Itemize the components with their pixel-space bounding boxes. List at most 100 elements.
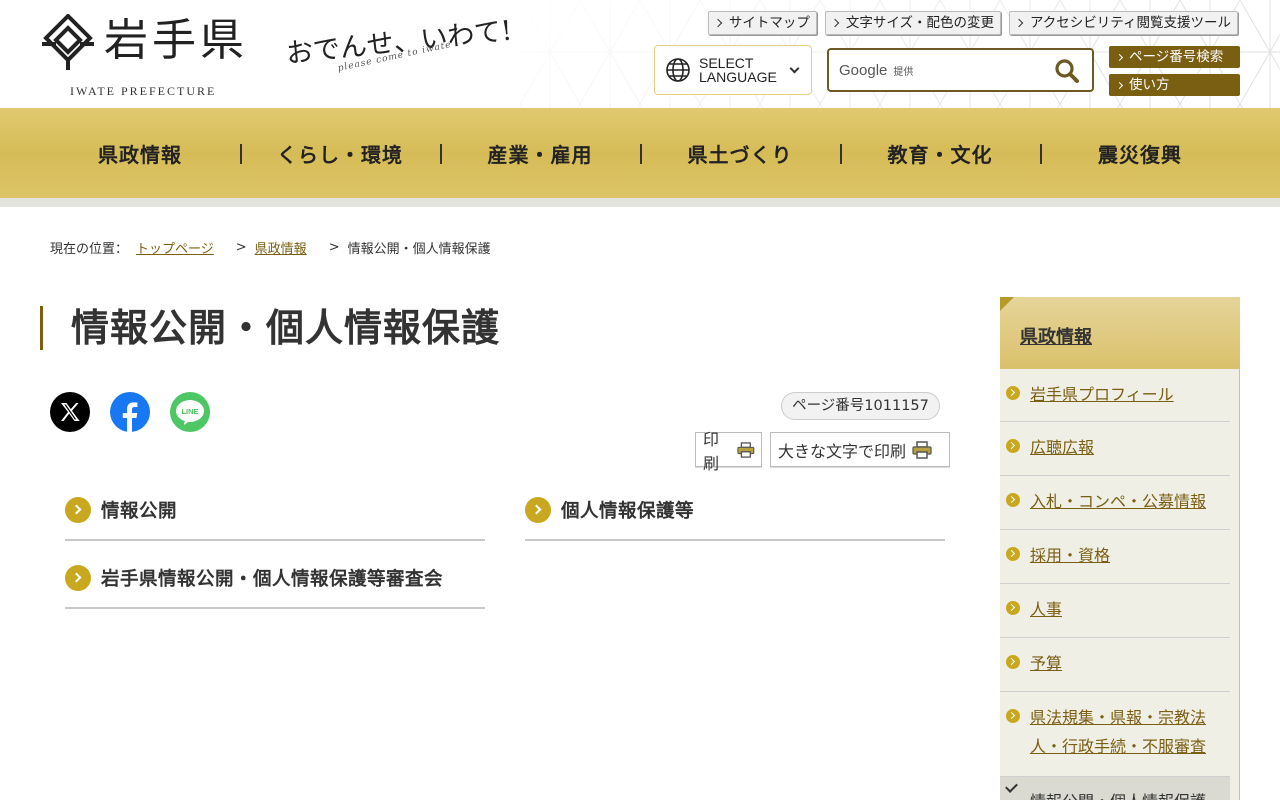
facebook-logo bbox=[122, 402, 138, 432]
gnav-industry-employment[interactable]: 産業・雇用 bbox=[440, 108, 640, 198]
header-side-buttons: ページ番号検索 使い方 bbox=[1109, 46, 1240, 102]
page-number-badge: ページ番号1011157 bbox=[781, 392, 940, 420]
bullet-arrow-icon bbox=[1006, 601, 1020, 615]
page-title: 情報公開・個人情報保護 bbox=[40, 306, 500, 350]
google-label: Google bbox=[839, 61, 888, 79]
how-to-use-label: 使い方 bbox=[1129, 77, 1170, 93]
link-information-disclosure[interactable]: 情報公開 bbox=[65, 480, 485, 541]
sidebar-item-recruitment[interactable]: 採用・資格 bbox=[1000, 530, 1230, 584]
sidebar-item-label: 県法規集・県報・宗教法 bbox=[1030, 708, 1207, 727]
iwate-emblem-icon bbox=[42, 14, 94, 70]
gnav-living-environment[interactable]: くらし・環境 bbox=[240, 108, 440, 198]
breadcrumb-top-page[interactable]: トップページ bbox=[136, 238, 214, 257]
sidebar-item-personnel[interactable]: 人事 bbox=[1000, 584, 1230, 638]
bullet-arrow-icon bbox=[1006, 493, 1020, 507]
breadcrumb-prefectural-info[interactable]: 県政情報 bbox=[255, 238, 307, 257]
printer-icon bbox=[912, 440, 932, 459]
sidebar-item-label: 人事 bbox=[1030, 600, 1063, 619]
sidebar-item-label: 情報公開・個人情報保護 bbox=[1030, 787, 1206, 800]
facebook-icon[interactable] bbox=[110, 392, 150, 432]
chevron-right-icon bbox=[1014, 18, 1024, 28]
chevron-right-icon bbox=[713, 18, 723, 28]
print-large-text-button[interactable]: 大きな文字で印刷 bbox=[770, 432, 950, 467]
gnav-disaster-recovery[interactable]: 震災復興 bbox=[1040, 108, 1240, 198]
sidebar-item-regulations[interactable]: 県法規集・県報・宗教法 人・行政手続・不服審査 bbox=[1000, 692, 1230, 777]
select-language-button[interactable]: SELECT LANGUAGE bbox=[654, 45, 812, 95]
sidebar-item-bidding[interactable]: 入札・コンペ・公募情報 bbox=[1000, 476, 1230, 530]
chevron-down-icon bbox=[789, 63, 800, 73]
sidebar-item-disclosure-current[interactable]: 情報公開・個人情報保護 bbox=[1000, 777, 1230, 800]
accessibility-tool-label: アクセシビリティ閲覧支援ツール bbox=[1029, 15, 1231, 31]
x-icon[interactable] bbox=[50, 392, 90, 432]
line-icon[interactable]: LINE bbox=[170, 392, 210, 432]
bullet-arrow-icon bbox=[1006, 439, 1020, 453]
globe-icon bbox=[666, 58, 690, 82]
page-number-search-label: ページ番号検索 bbox=[1129, 49, 1224, 65]
how-to-use-button[interactable]: 使い方 bbox=[1109, 74, 1240, 96]
chevron-right-icon bbox=[830, 18, 840, 28]
gnav-prefectural-info[interactable]: 県政情報 bbox=[40, 108, 240, 198]
sidebar-heading: 県政情報 bbox=[1000, 297, 1240, 369]
gnav-education-culture[interactable]: 教育・文化 bbox=[840, 108, 1040, 198]
line-logo-text: LINE bbox=[181, 407, 198, 416]
search-icon[interactable] bbox=[1054, 58, 1080, 84]
print-label: 印刷 bbox=[703, 429, 720, 473]
bullet-arrow-icon bbox=[1006, 709, 1020, 723]
sidebar-item-label: 広聴広報 bbox=[1030, 438, 1095, 457]
google-provided-label: 提供 bbox=[893, 66, 914, 78]
logo-subtitle: IWATE PREFECTURE bbox=[70, 84, 217, 98]
link-label: 岩手県情報公開・個人情報保護等審査会 bbox=[101, 568, 444, 590]
print-large-label: 大きな文字で印刷 bbox=[778, 441, 907, 461]
sidebar-heading-link[interactable]: 県政情報 bbox=[1020, 323, 1092, 349]
link-review-board[interactable]: 岩手県情報公開・個人情報保護等審査会 bbox=[65, 548, 485, 609]
sitemap-label: サイトマップ bbox=[728, 15, 810, 31]
chevron-right-icon bbox=[1115, 81, 1124, 89]
gnav-land-development[interactable]: 県土づくり bbox=[640, 108, 840, 198]
text-size-color-link[interactable]: 文字サイズ・配色の変更 bbox=[824, 11, 1001, 35]
sidebar-item-label-line2: 人・行政手続・不服審査 bbox=[1030, 737, 1207, 756]
sitemap-link[interactable]: サイトマップ bbox=[707, 11, 817, 35]
chevron-right-icon bbox=[1115, 53, 1124, 61]
sidebar-item-profile[interactable]: 岩手県プロフィール bbox=[1000, 369, 1230, 422]
bullet-arrow-icon bbox=[1006, 547, 1020, 561]
sidebar-item-budget[interactable]: 予算 bbox=[1000, 638, 1230, 692]
sidebar-item-label: 岩手県プロフィール bbox=[1030, 385, 1174, 404]
x-logo bbox=[61, 403, 80, 421]
language-line2: LANGUAGE bbox=[699, 69, 777, 85]
tagline: おでんせ、いわて! please come to iwate bbox=[285, 12, 526, 92]
accessibility-tool-link[interactable]: アクセシビリティ閲覧支援ツール bbox=[1008, 11, 1238, 35]
page-number-search-button[interactable]: ページ番号検索 bbox=[1109, 46, 1240, 68]
site-search-input[interactable]: Google 提供 bbox=[827, 48, 1094, 92]
site-header: 岩手県 IWATE PREFECTURE おでんせ、いわて! please co… bbox=[0, 0, 1280, 108]
corner-triangle bbox=[1000, 297, 1014, 311]
arrow-circle-icon bbox=[65, 496, 91, 523]
line-logo: LINE bbox=[176, 400, 204, 425]
check-icon bbox=[1005, 780, 1018, 793]
select-language-label: SELECT LANGUAGE bbox=[699, 56, 787, 84]
text-size-color-label: 文字サイズ・配色の変更 bbox=[845, 15, 994, 31]
link-personal-info-protection[interactable]: 個人情報保護等 bbox=[525, 480, 945, 541]
language-line1: SELECT bbox=[699, 55, 754, 71]
sidebar-item-public-relations[interactable]: 広聴広報 bbox=[1000, 422, 1230, 476]
site-logo[interactable]: 岩手県 IWATE PREFECTURE bbox=[40, 12, 272, 100]
bullet-arrow-icon bbox=[1006, 386, 1020, 400]
logo-title: 岩手県 bbox=[104, 15, 248, 66]
arrow-circle-icon bbox=[65, 564, 91, 591]
sidebar-item-label: 入札・コンペ・公募情報 bbox=[1030, 492, 1207, 511]
arrow-circle-icon bbox=[525, 496, 551, 523]
breadcrumb-separator: > bbox=[328, 240, 340, 255]
print-button[interactable]: 印刷 bbox=[695, 430, 762, 473]
breadcrumb-separator: > bbox=[235, 240, 247, 255]
sns-share: LINE bbox=[50, 392, 210, 432]
utility-links: サイトマップ 文字サイズ・配色の変更 アクセシビリティ閲覧支援ツール bbox=[707, 11, 1238, 35]
link-label: 情報公開 bbox=[101, 500, 178, 522]
tagline-main: おでんせ、いわて! bbox=[284, 15, 514, 70]
sidebar-item-label: 予算 bbox=[1030, 654, 1063, 673]
global-nav: 県政情報 くらし・環境 産業・雇用 県土づくり 教育・文化 震災復興 bbox=[0, 108, 1280, 207]
sidebar-menu: 岩手県プロフィール 広聴広報 入札・コンペ・公募情報 採用・資格 人事 予算 県… bbox=[1000, 369, 1240, 800]
breadcrumb-label: 現在の位置： bbox=[50, 242, 129, 257]
bullet-arrow-icon bbox=[1006, 655, 1020, 669]
printer-icon bbox=[737, 441, 755, 458]
sidebar-item-label: 採用・資格 bbox=[1030, 546, 1111, 565]
breadcrumb-current: 情報公開・個人情報保護 bbox=[347, 242, 491, 257]
